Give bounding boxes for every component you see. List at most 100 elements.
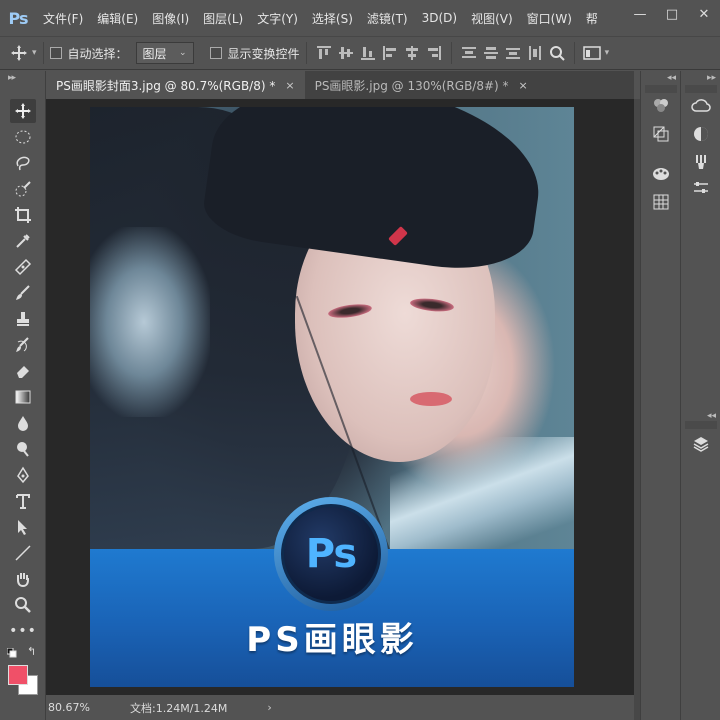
elliptical-marquee-icon[interactable] [10, 125, 36, 149]
close-window-button[interactable]: ✕ [688, 0, 720, 28]
tab-title: PS画眼影.jpg @ 130%(RGB/8#) * [314, 78, 509, 93]
color-icon[interactable] [689, 123, 713, 145]
workspace-icon[interactable] [581, 42, 603, 64]
panel-grip[interactable] [685, 421, 717, 429]
status-menu-arrow[interactable]: › [267, 701, 271, 714]
auto-select-dropdown[interactable]: 图层 ⌄ [135, 42, 194, 64]
move-tool-preset-icon[interactable] [8, 42, 30, 64]
crop-icon[interactable] [10, 203, 36, 227]
close-icon[interactable]: × [519, 79, 528, 92]
canvas-area[interactable]: Ps PS画眼影 [46, 99, 634, 695]
show-transform-label: 显示变换控件 [227, 46, 300, 61]
foreground-color-swatch[interactable] [8, 665, 28, 685]
align-top-icon[interactable] [313, 42, 335, 64]
panel-dock-1: ◂◂ [640, 71, 680, 720]
swap-colors-icon[interactable]: ↰ [27, 645, 36, 658]
menu-edit[interactable]: 编辑(E) [90, 10, 145, 27]
menu-layer[interactable]: 图层(L) [196, 10, 250, 27]
type-icon[interactable] [10, 489, 36, 513]
tab-document-2[interactable]: PS画眼影.jpg @ 130%(RGB/8#) * × [305, 71, 538, 99]
ps-badge-inner: Ps [281, 504, 381, 604]
blur-icon[interactable] [10, 411, 36, 435]
hair-ornament [90, 227, 210, 417]
align-hcenter-icon[interactable] [401, 42, 423, 64]
menu-view[interactable]: 视图(V) [464, 10, 520, 27]
divider [305, 42, 307, 64]
gradient-icon[interactable] [10, 385, 36, 409]
align-left-icon[interactable] [379, 42, 401, 64]
default-colors-icon[interactable] [6, 647, 17, 658]
clone-stamp-icon[interactable] [10, 307, 36, 331]
menu-help[interactable]: 帮 [579, 10, 605, 27]
close-icon[interactable]: × [285, 79, 294, 92]
menu-image[interactable]: 图像(I) [145, 10, 196, 27]
brush-settings-icon[interactable] [689, 151, 713, 173]
divider [42, 42, 44, 64]
expand-panels-icon[interactable]: ▸▸ [707, 73, 716, 83]
path-selection-icon[interactable] [10, 515, 36, 539]
move-tool[interactable] [10, 99, 36, 123]
panel-dock-2: ▸▸ ◂◂ [680, 71, 720, 720]
align-bottom-icon[interactable] [357, 42, 379, 64]
distribute-top-icon[interactable] [458, 42, 480, 64]
document-canvas[interactable]: Ps PS画眼影 [90, 107, 574, 687]
menu-filter[interactable]: 滤镜(T) [360, 10, 415, 27]
dodge-icon[interactable] [10, 437, 36, 461]
minimize-button[interactable]: — [624, 0, 656, 28]
lasso-icon[interactable] [10, 151, 36, 175]
preset-dropdown-icon[interactable]: ▾ [32, 48, 37, 58]
menu-3d[interactable]: 3D(D) [415, 11, 464, 25]
align-vcenter-icon[interactable] [335, 42, 357, 64]
healing-brush-icon[interactable] [10, 255, 36, 279]
collapse-icon[interactable]: ◂◂ [667, 73, 676, 83]
ps-badge-text: Ps [305, 531, 357, 577]
collapse-icon[interactable]: ◂◂ [707, 411, 716, 421]
properties-icon[interactable] [689, 177, 713, 199]
auto-select-label: 自动选择： [67, 46, 128, 61]
search-icon[interactable] [546, 42, 568, 64]
distribute-bottom-icon[interactable] [502, 42, 524, 64]
styles-icon[interactable] [649, 123, 673, 145]
layers-icon[interactable] [689, 433, 713, 455]
menu-window[interactable]: 窗口(W) [520, 10, 579, 27]
menu-select[interactable]: 选择(S) [305, 10, 360, 27]
show-transform-checkbox[interactable] [209, 47, 222, 59]
tab-title: PS画眼影封面3.jpg @ 80.7%(RGB/8) * [56, 78, 276, 93]
auto-select-value: 图层 [142, 46, 167, 61]
tab-document-1[interactable]: PS画眼影封面3.jpg @ 80.7%(RGB/8) * × [46, 71, 305, 99]
more-tools-icon[interactable]: ••• [9, 619, 36, 643]
align-right-icon[interactable] [423, 42, 445, 64]
distribute-vcenter-icon[interactable] [480, 42, 502, 64]
collapse-icon[interactable]: ▸▸ [8, 73, 16, 83]
grid-icon[interactable] [649, 191, 673, 213]
panel-grip[interactable] [645, 85, 677, 93]
window-controls: — □ ✕ [624, 0, 720, 28]
swatches-icon[interactable] [649, 163, 673, 185]
creative-cloud-icon[interactable] [689, 95, 713, 117]
portrait-photo [90, 107, 574, 570]
menu-type[interactable]: 文字(Y) [250, 10, 305, 27]
zoom-level[interactable]: 80.67% [46, 701, 116, 714]
quick-selection-icon[interactable] [10, 177, 36, 201]
status-bar: 80.67% 文档:1.24M/1.24M › [46, 695, 634, 720]
distribute-horizontal-icon[interactable] [524, 42, 546, 64]
menu-file[interactable]: 文件(F) [36, 10, 90, 27]
hand-icon[interactable] [10, 567, 36, 591]
line-icon[interactable] [10, 541, 36, 565]
panel-grip[interactable] [685, 85, 717, 93]
menu-bar: Ps 文件(F) 编辑(E) 图像(I) 图层(L) 文字(Y) 选择(S) 滤… [0, 0, 720, 36]
document-tabs: PS画眼影封面3.jpg @ 80.7%(RGB/8) * × PS画眼影.jp… [46, 71, 634, 99]
brush-icon[interactable] [10, 281, 36, 305]
ps-badge: Ps [274, 497, 388, 611]
cover-title: PS画眼影 [246, 620, 418, 660]
eraser-icon[interactable] [10, 359, 36, 383]
auto-select-checkbox[interactable] [49, 47, 62, 59]
adjustments-icon[interactable] [649, 95, 673, 117]
zoom-icon[interactable] [10, 593, 36, 617]
eyedropper-icon[interactable] [10, 229, 36, 253]
pen-icon[interactable] [10, 463, 36, 487]
history-brush-icon[interactable] [10, 333, 36, 357]
workspace-dropdown-icon[interactable]: ▾ [605, 48, 610, 58]
document-info: 文档:1.24M/1.24M [130, 701, 228, 715]
restore-button[interactable]: □ [656, 0, 688, 28]
